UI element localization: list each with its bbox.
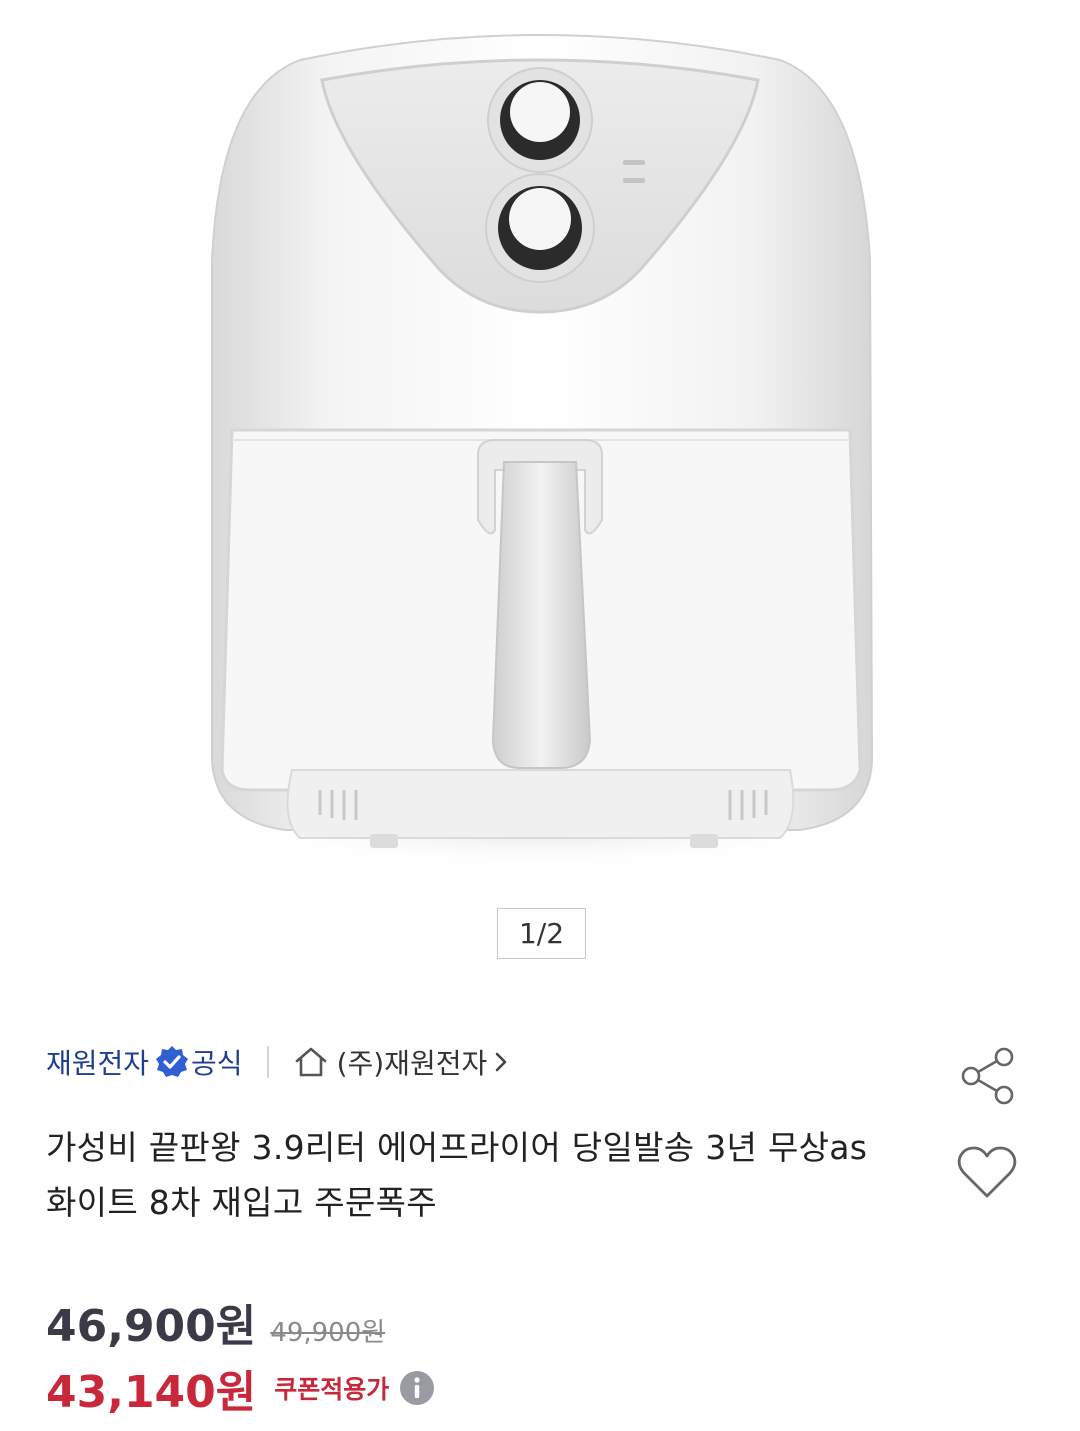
heart-icon[interactable] [956, 1144, 1018, 1200]
official-label: 공식 [191, 1047, 243, 1080]
info-icon[interactable] [399, 1370, 435, 1406]
share-icon[interactable] [958, 1046, 1018, 1106]
coupon-price: 43,140원 [46, 1367, 257, 1418]
product-title: 가성비 끝판왕 3.9리터 에어프라이어 당일발송 3년 무상as 화이트 8차… [46, 1128, 868, 1222]
product-image[interactable] [0, 0, 1080, 890]
product-gallery[interactable]: 1/2 [0, 0, 1080, 1000]
price-row: 46,900원 49,900원 [46, 1290, 385, 1354]
seller-info: 재원전자 공식 (주)재원전자 [46, 1040, 509, 1084]
sale-price: 46,900원 [46, 1301, 257, 1352]
home-icon [295, 1047, 326, 1077]
divider [266, 1046, 269, 1078]
page-indicator: 1/2 [497, 908, 586, 959]
chevron-right-icon [495, 1052, 507, 1072]
coupon-label: 쿠폰적용가 [274, 1375, 390, 1404]
coupon-price-row: 43,140원 쿠폰적용가 [46, 1356, 435, 1420]
store-link[interactable]: (주)재원전자 [337, 1042, 488, 1082]
brand-name[interactable]: 재원전자 [46, 1042, 149, 1082]
original-price: 49,900원 [270, 1318, 386, 1348]
verified-badge-icon [156, 1046, 189, 1077]
